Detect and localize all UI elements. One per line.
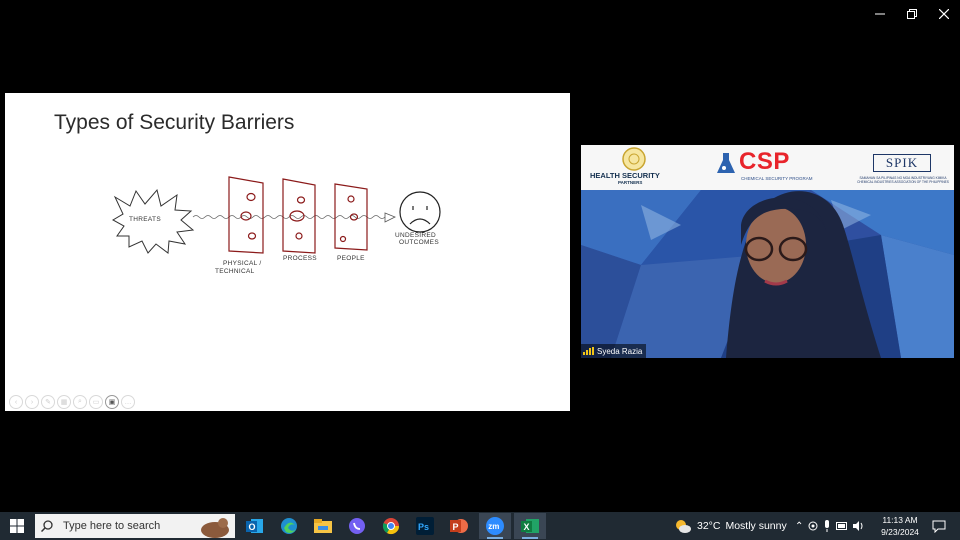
threats-label: THREATS — [129, 216, 161, 223]
participant-name-tag: Syeda Razia — [581, 344, 647, 358]
camera-icon[interactable]: ▣ — [105, 395, 119, 409]
csp-logo-text: CSP — [739, 148, 790, 175]
hsp-seal-icon — [622, 147, 646, 171]
powerpoint-icon: P — [450, 519, 468, 533]
participant-video-tile[interactable]: HEALTH SECURITY PARTNERS CSP CHEMICAL SE… — [581, 145, 954, 358]
edge-icon — [281, 518, 297, 534]
barrier-label-people: PEOPLE — [337, 255, 365, 262]
weather-widget[interactable]: 32°C Mostly sunny — [674, 512, 787, 540]
svg-text:X: X — [524, 522, 530, 532]
minimize-icon — [875, 13, 885, 15]
hsp-logo-sub: PARTNERS — [618, 180, 643, 185]
taskbar-app-chrome[interactable] — [375, 513, 407, 539]
clock-date: 9/23/2024 — [881, 527, 919, 537]
barrier-people — [334, 183, 368, 251]
svg-text:zm: zm — [488, 522, 499, 531]
outcome-label-line2: OUTCOMES — [399, 239, 439, 246]
taskbar-app-edge[interactable] — [273, 513, 305, 539]
search-highlight-illustration — [201, 518, 229, 538]
notification-icon — [932, 520, 946, 533]
security-barrier-diagram: THREATS PHYSICAL / TECHNICAL PROCESS PEO… — [111, 176, 441, 275]
start-button[interactable] — [0, 512, 34, 540]
close-icon — [939, 9, 949, 19]
barrier-process — [282, 178, 316, 254]
viber-icon — [349, 518, 365, 534]
taskbar-clock[interactable]: 11:13 AM 9/23/2024 — [876, 514, 924, 538]
close-button[interactable] — [928, 0, 960, 28]
battery-icon[interactable] — [836, 521, 848, 531]
taskbar-app-outlook[interactable]: O — [239, 513, 271, 539]
restore-icon — [907, 9, 917, 19]
restore-button[interactable] — [896, 0, 928, 28]
microphone-icon[interactable] — [823, 520, 831, 532]
svg-text:P: P — [453, 522, 459, 532]
weather-condition: Mostly sunny — [725, 520, 787, 532]
next-slide-icon[interactable]: › — [25, 395, 39, 409]
search-placeholder: Type here to search — [63, 520, 161, 532]
svg-text:O: O — [249, 522, 256, 532]
outlook-icon: O — [246, 519, 263, 533]
taskbar-app-viber[interactable] — [341, 513, 373, 539]
slideshow-toolbar: ‹ › ✎ ▦ ⌕ ▭ ▣ … — [9, 395, 135, 409]
system-tray: ⌃ — [795, 512, 865, 540]
taskbar-app-photoshop[interactable]: Ps — [409, 513, 441, 539]
windows-logo-icon — [10, 519, 24, 533]
barrier-physical — [228, 176, 264, 254]
sad-face-icon — [399, 191, 441, 233]
sponsor-banner: HEALTH SECURITY PARTNERS CSP CHEMICAL SE… — [581, 145, 954, 190]
hsp-logo-text: HEALTH SECURITY — [590, 171, 660, 180]
flask-icon — [717, 153, 735, 173]
threat-path-arrow — [192, 215, 386, 219]
signal-strength-icon — [583, 347, 594, 355]
barrier-label-physical: PHYSICAL / — [223, 260, 262, 267]
search-icon — [41, 520, 53, 532]
show-hidden-icons[interactable]: ⌃ — [795, 521, 803, 532]
arrow-head — [384, 212, 396, 223]
taskbar-search-box[interactable]: Type here to search — [35, 514, 235, 538]
taskbar-app-zoom[interactable]: zm — [479, 513, 511, 539]
spik-logo-text: SPIK — [873, 154, 931, 172]
shared-screen-slide: Types of Security Barriers THREATS PHYSI… — [5, 93, 570, 411]
participant-name: Syeda Razia — [597, 346, 643, 356]
partly-sunny-icon — [676, 520, 691, 533]
svg-text:Ps: Ps — [418, 522, 429, 532]
taskbar: Type here to search O Ps P zm X 32°C Mos… — [0, 512, 960, 540]
barrier-label-technical: TECHNICAL — [215, 268, 255, 275]
chrome-icon — [382, 518, 400, 535]
taskbar-app-excel[interactable]: X — [514, 513, 546, 539]
csp-logo-sub: CHEMICAL SECURITY PROGRAM — [741, 176, 813, 181]
excel-icon: X — [521, 519, 539, 533]
barrier-label-process: PROCESS — [283, 255, 317, 262]
zoom-icon: zm — [486, 517, 504, 535]
taskbar-app-powerpoint[interactable]: P — [443, 513, 475, 539]
minimize-button[interactable] — [864, 0, 896, 28]
pen-icon[interactable]: ✎ — [41, 395, 55, 409]
window-controls — [864, 0, 960, 28]
slides-grid-icon[interactable]: ▦ — [57, 395, 71, 409]
meet-now-icon[interactable] — [808, 520, 818, 532]
notification-center-button[interactable] — [928, 512, 950, 540]
spik-logo-sub: SAMAHAN SA PILIPINAS NG MGA INDUSTRIYANG… — [857, 176, 949, 184]
weather-temp: 32°C — [697, 520, 721, 532]
subtitles-icon[interactable]: ▭ — [89, 395, 103, 409]
photoshop-icon: Ps — [416, 517, 434, 535]
file-explorer-icon — [314, 519, 332, 533]
volume-icon[interactable] — [853, 520, 865, 532]
zoom-icon[interactable]: ⌕ — [73, 395, 87, 409]
more-options-icon[interactable]: … — [121, 395, 135, 409]
taskbar-app-explorer[interactable] — [307, 513, 339, 539]
outcome-label-line1: UNDESIRED — [395, 232, 436, 239]
clock-time: 11:13 AM — [882, 515, 918, 525]
previous-slide-icon[interactable]: ‹ — [9, 395, 23, 409]
